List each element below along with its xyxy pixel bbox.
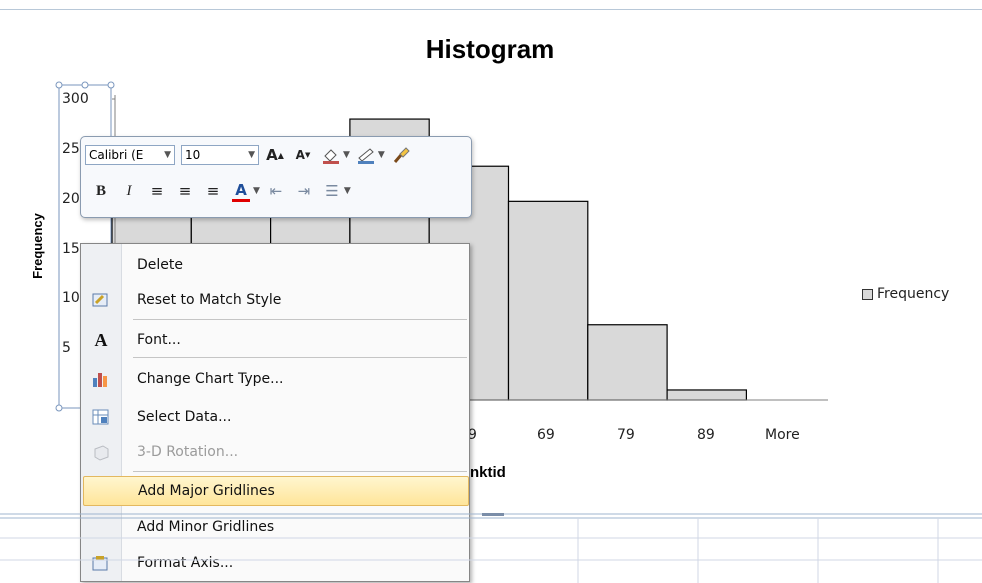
chart-title[interactable]: Histogram [350,34,630,65]
selection-handle[interactable] [107,81,115,89]
histogram-bar[interactable] [587,324,668,401]
font-name-box[interactable]: Calibri (E ▼ [85,145,175,165]
align-left-icon[interactable]: ≡ [145,180,169,202]
menu-item-label: Change Chart Type... [137,371,284,387]
selection-handle[interactable] [55,404,63,412]
reset-style-icon [83,285,119,315]
menu-item-label: Reset to Match Style [137,292,282,308]
menu-item-change-chart-type[interactable]: Change Chart Type... [83,364,467,394]
chevron-down-icon[interactable]: ▼ [164,150,171,160]
font-icon: A [94,329,108,350]
menu-item-font[interactable]: A Font... [83,325,467,355]
bullets-icon[interactable]: ☰ [320,180,344,202]
menu-item-label: Select Data... [137,409,232,425]
grow-font-icon[interactable]: A ▲ [263,144,287,166]
fill-color-icon[interactable] [319,144,343,166]
menu-item-delete[interactable]: Delete [83,250,467,280]
font-name-value: Calibri (E [89,148,144,162]
mini-toolbar-row-1: Calibri (E ▼ 10 ▼ A ▲ A ▼ ▼ ▼ [85,141,413,169]
shrink-font-icon[interactable]: A ▼ [291,144,315,166]
menu-item-select-data[interactable]: Select Data... [83,402,467,432]
menu-item-3d-rotation[interactable]: 3-D Rotation... [83,437,467,467]
mini-toolbar: Calibri (E ▼ 10 ▼ A ▲ A ▼ ▼ ▼ B I ≡ ≡ ≡ A … [80,136,472,218]
increase-indent-icon[interactable]: ⇥ [292,180,316,202]
menu-item-reset-style[interactable]: Reset to Match Style [83,285,467,315]
mini-toolbar-row-2: B I ≡ ≡ ≡ A ▼ ⇤ ⇥ ☰ ▼ [85,177,351,205]
menu-item-label: Add Major Gridlines [138,483,275,499]
chevron-down-icon[interactable]: ▼ [344,186,351,196]
rotation-3d-icon [83,437,119,467]
histogram-bar[interactable] [507,200,589,401]
y-tick-label: 5 [62,340,71,356]
menu-separator [133,471,467,472]
bold-icon[interactable]: B [89,180,113,202]
decrease-indent-icon[interactable]: ⇤ [264,180,288,202]
menu-separator [133,357,467,358]
x-tick-label: 69 [537,427,555,443]
y-tick-label: 300 [62,91,89,107]
x-axis-title[interactable]: nktid [470,464,506,481]
chart-type-icon [83,364,119,394]
y-tick-label: 10 [62,290,80,306]
format-painter-icon[interactable] [389,144,413,166]
y-tick-label: 15 [62,241,80,257]
menu-item-label: 3-D Rotation... [137,444,239,460]
selection-handle[interactable] [81,81,89,89]
legend-swatch [862,288,873,300]
selection-handle[interactable] [55,81,63,89]
worksheet-grid[interactable] [0,508,982,583]
align-center-icon[interactable]: ≡ [173,180,197,202]
menu-item-add-major-gridlines[interactable]: Add Major Gridlines [83,476,469,506]
menu-separator [133,319,467,320]
align-right-icon[interactable]: ≡ [201,180,225,202]
legend[interactable]: Frequency [862,286,949,302]
line-color-icon[interactable] [354,144,378,166]
menu-item-label: Font... [137,332,181,348]
y-tick-label: 20 [62,191,80,207]
font-size-box[interactable]: 10 ▼ [181,145,259,165]
chevron-down-icon[interactable]: ▼ [248,150,255,160]
y-tick-label: 25 [62,141,80,157]
x-tick-label: More [765,427,800,443]
chevron-down-icon[interactable]: ▼ [378,150,385,160]
x-tick-label: 79 [617,427,635,443]
font-color-icon[interactable]: A [229,180,253,202]
menu-item-label: Delete [137,257,183,273]
font-size-value: 10 [185,148,201,162]
x-tick-label: 89 [697,427,715,443]
chevron-down-icon[interactable]: ▼ [343,150,350,160]
y-axis-title[interactable]: Frequency [30,206,45,286]
histogram-bar[interactable] [666,389,747,401]
chevron-down-icon[interactable]: ▼ [253,186,260,196]
legend-label: Frequency [877,286,950,302]
italic-icon[interactable]: I [117,180,141,202]
select-data-icon [83,402,119,432]
